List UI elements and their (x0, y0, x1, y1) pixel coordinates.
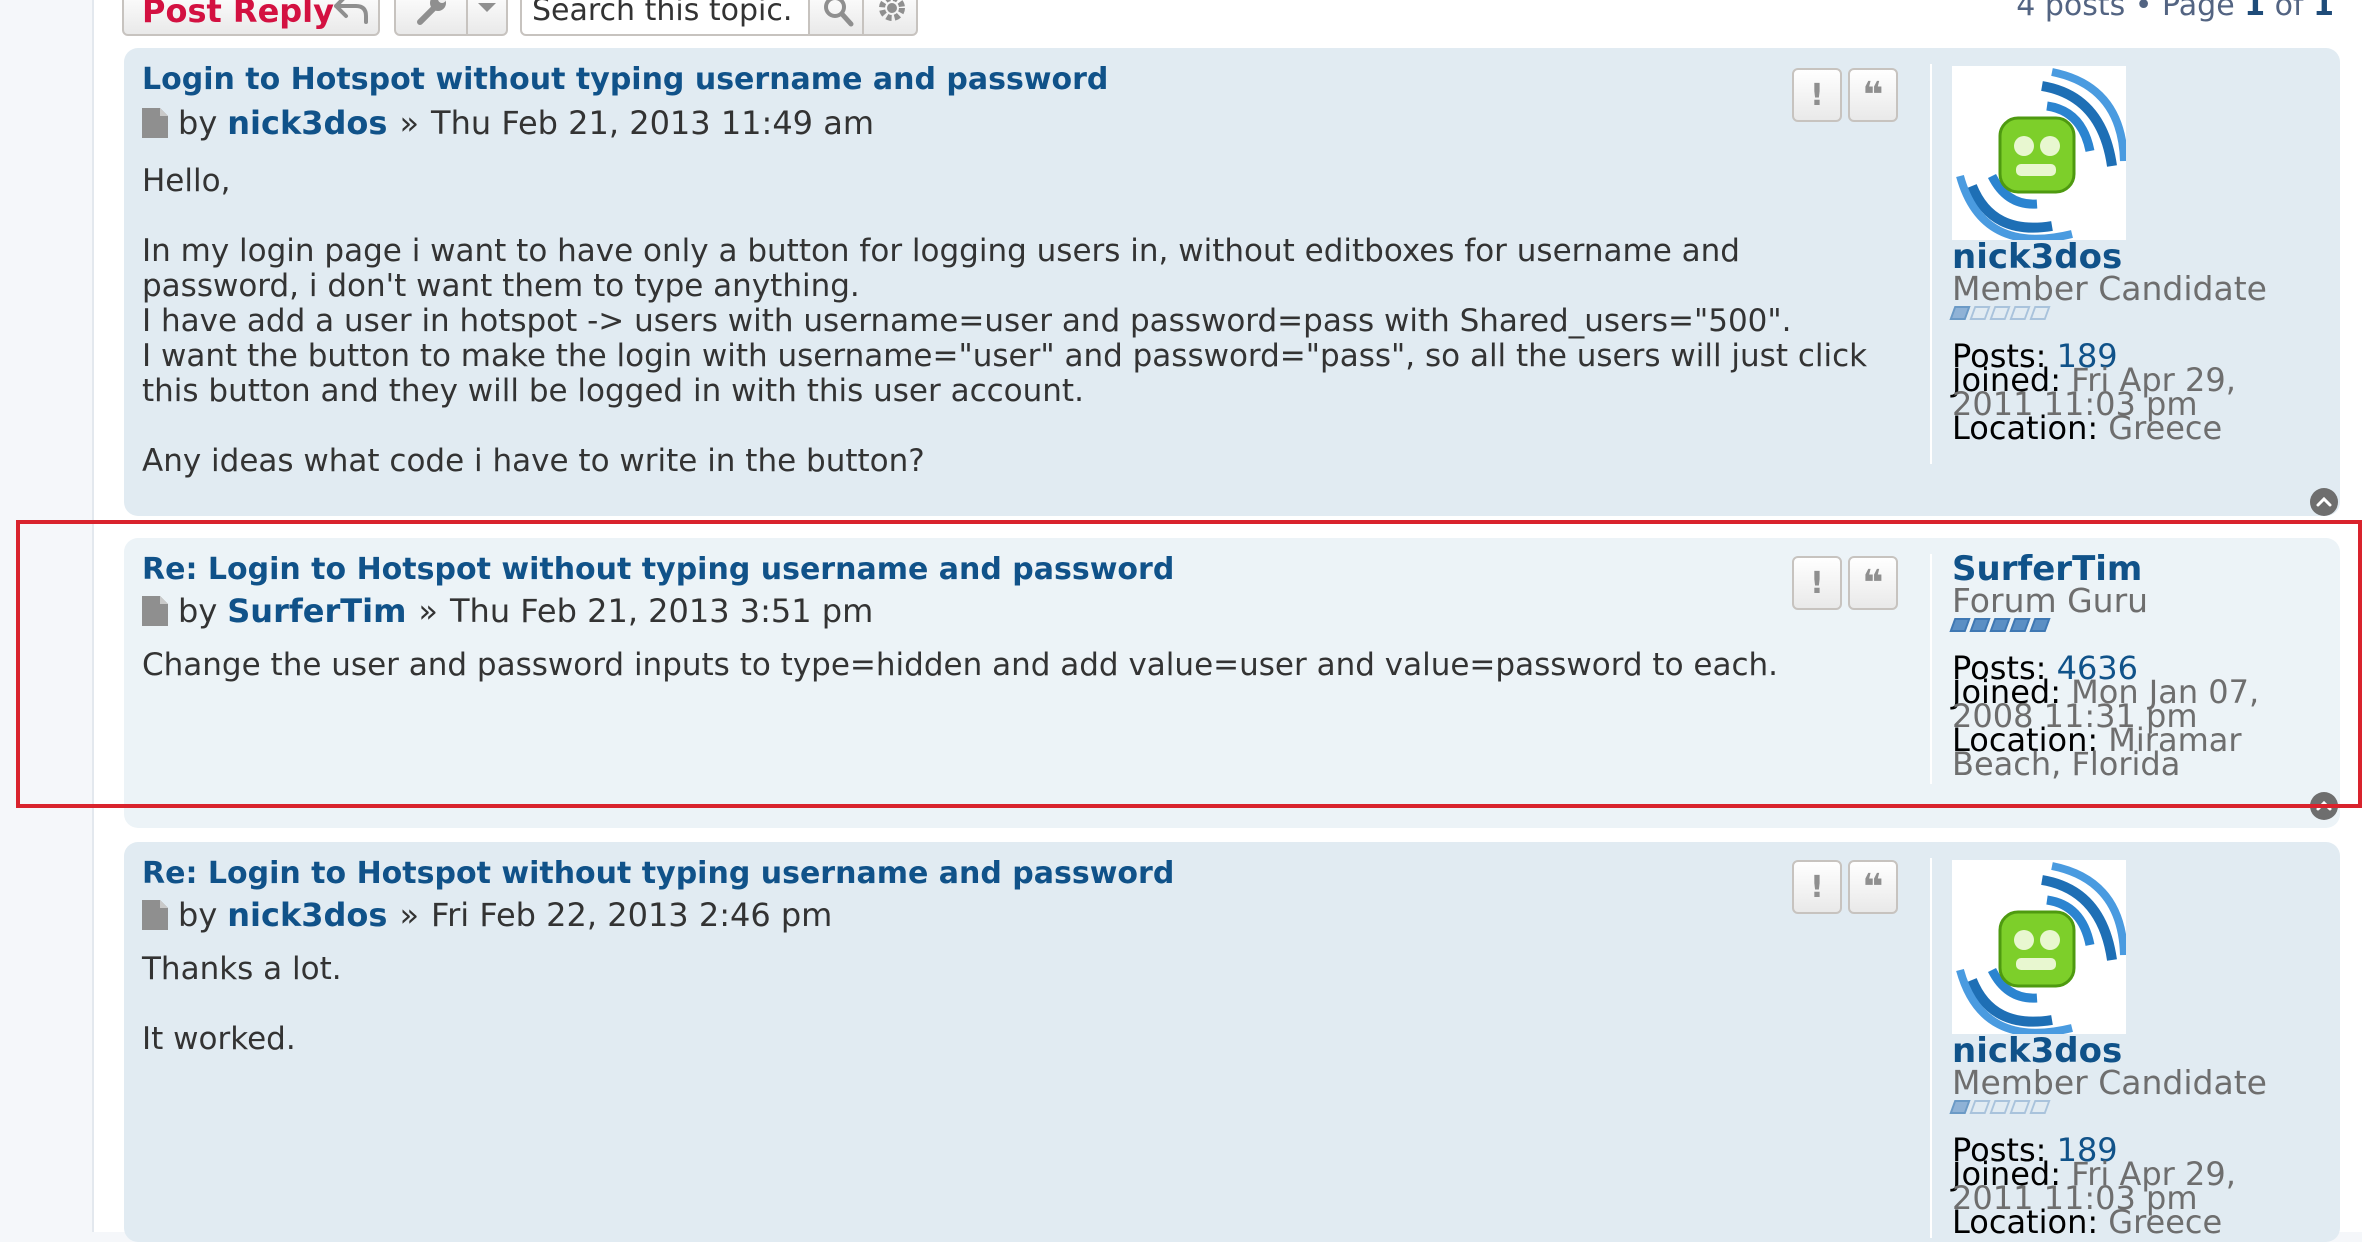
post-2: Re: Login to Hotspot without typing user… (124, 538, 2340, 828)
post-author-line: by nick3dos » Fri Feb 22, 2013 2:46 pm (142, 896, 832, 934)
search-input[interactable]: Search this topic. (520, 0, 810, 36)
action-bar: Post Reply Search this topic. 4 posts • … (0, 0, 2362, 50)
by-label: by (178, 592, 218, 630)
date-separator: » (418, 592, 438, 630)
by-label: by (178, 896, 218, 934)
rank-image (1949, 306, 2312, 326)
content-gap (142, 987, 1902, 1022)
back-to-top-icon[interactable] (2310, 488, 2338, 516)
page-label: Page (2162, 0, 2235, 23)
current-page: 1 (2244, 0, 2266, 23)
report-button[interactable]: ! (1792, 860, 1842, 914)
post-date: Fri Feb 22, 2013 2:46 pm (431, 896, 833, 934)
post-title-link[interactable]: Re: Login to Hotspot without typing user… (142, 552, 1174, 587)
post-profile: nick3dos Member Candidate Posts: 189 Joi… (1949, 66, 2312, 444)
content-line: I have add a user in hotspot -> users wi… (142, 303, 1792, 339)
content-line: Thanks a lot. (142, 951, 342, 987)
avatar[interactable] (1952, 66, 2126, 240)
post-content: Change the user and password inputs to t… (142, 648, 1902, 683)
content-line: Change the user and password inputs to t… (142, 647, 1779, 683)
post-file-icon[interactable] (142, 108, 168, 138)
post-reply-label: Post Reply (142, 0, 334, 30)
content-gap (142, 409, 1902, 444)
post-date: Thu Feb 21, 2013 11:49 am (431, 104, 874, 142)
chevron-down-icon (476, 0, 498, 20)
rank-image (1949, 618, 2312, 638)
location-label: Location: (1952, 409, 2099, 447)
of-label: of (2274, 0, 2304, 23)
quote-icon: ❝ (1862, 562, 1884, 604)
gear-icon (876, 0, 908, 32)
profile-stats: Posts: 189 Joined: Fri Apr 29, 2011 11:0… (1952, 340, 2312, 444)
report-button[interactable]: ! (1792, 556, 1842, 610)
post-profile: SurferTim Forum Guru Posts: 4636 Joined:… (1949, 552, 2312, 780)
report-icon: ! (1810, 77, 1824, 113)
post-1: Login to Hotspot without typing username… (124, 48, 2340, 516)
content-line: It worked. (142, 1021, 296, 1057)
profile-stats: Posts: 4636 Joined: Mon Jan 07, 2008 11:… (1952, 652, 2312, 780)
pagination-separator: • (2134, 0, 2153, 23)
total-pages: 1 (2313, 0, 2334, 23)
report-button[interactable]: ! (1792, 68, 1842, 122)
profile-divider (1930, 554, 1932, 784)
search-icon (822, 0, 854, 32)
post-author-line: by nick3dos » Thu Feb 21, 2013 11:49 am (142, 104, 874, 142)
profile-stats: Posts: 189 Joined: Fri Apr 29, 2011 11:0… (1952, 1134, 2312, 1238)
post-reply-button[interactable]: Post Reply (122, 0, 380, 36)
location-value: Greece (2108, 1203, 2223, 1241)
posts-count: 4 posts (2016, 0, 2126, 23)
profile-rank: Member Candidate (1952, 269, 2267, 308)
back-to-top-icon[interactable] (2310, 792, 2338, 820)
report-icon: ! (1810, 565, 1824, 601)
left-gutter (0, 0, 94, 1232)
post-author-link[interactable]: SurferTim (227, 592, 406, 630)
quote-icon: ❝ (1862, 866, 1884, 908)
location-value: Greece (2108, 409, 2223, 447)
post-profile: nick3dos Member Candidate Posts: 189 Joi… (1949, 860, 2312, 1238)
post-file-icon[interactable] (142, 596, 168, 626)
post-3: Re: Login to Hotspot without typing user… (124, 842, 2340, 1242)
wrench-icon (414, 0, 450, 30)
content-line: I want the button to make the login with… (142, 338, 1868, 409)
quote-icon: ❝ (1862, 74, 1884, 116)
quote-button[interactable]: ❝ (1848, 68, 1898, 122)
profile-divider (1930, 64, 1932, 464)
date-separator: » (399, 896, 420, 934)
post-file-icon[interactable] (142, 900, 168, 930)
search-button[interactable] (808, 0, 864, 36)
post-author-line: by SurferTim » Thu Feb 21, 2013 3:51 pm (142, 592, 873, 630)
pagination: 4 posts • Page 1 of 1 (2016, 0, 2334, 23)
content-gap (142, 199, 1902, 234)
tools-divider (466, 0, 468, 34)
post-title-link[interactable]: Re: Login to Hotspot without typing user… (142, 856, 1174, 891)
post-content: Hello, In my login page i want to have o… (142, 164, 1902, 479)
location-label: Location: (1952, 1203, 2099, 1241)
post-title-link[interactable]: Login to Hotspot without typing username… (142, 62, 1108, 97)
by-label: by (178, 104, 218, 142)
post-author-link[interactable]: nick3dos (227, 104, 387, 142)
avatar[interactable] (1952, 860, 2126, 1034)
topic-tools-button[interactable] (394, 0, 508, 36)
profile-rank: Forum Guru (1952, 581, 2149, 620)
reply-arrow-icon (332, 0, 372, 26)
profile-rank: Member Candidate (1952, 1063, 2267, 1102)
post-date: Thu Feb 21, 2013 3:51 pm (449, 592, 874, 630)
rank-image (1949, 1100, 2312, 1120)
post-content: Thanks a lot. It worked. (142, 952, 1902, 1057)
post-author-link[interactable]: nick3dos (227, 896, 387, 934)
profile-divider (1930, 858, 1932, 1238)
report-icon: ! (1810, 869, 1824, 905)
quote-button[interactable]: ❝ (1848, 556, 1898, 610)
advanced-search-button[interactable] (862, 0, 918, 36)
content-line: Hello, (142, 163, 231, 199)
quote-button[interactable]: ❝ (1848, 860, 1898, 914)
content-line: Any ideas what code i have to write in t… (142, 443, 925, 479)
date-separator: » (399, 104, 420, 142)
content-line: In my login page i want to have only a b… (142, 233, 1740, 304)
